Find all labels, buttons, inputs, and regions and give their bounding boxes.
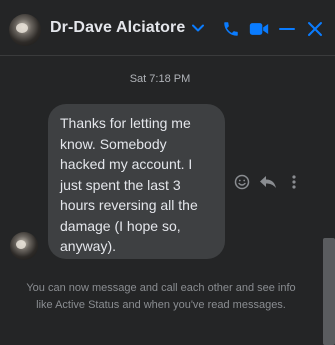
message-actions [232, 172, 304, 192]
avatar-photo [16, 240, 26, 249]
sender-avatar [10, 232, 38, 260]
header-actions [221, 19, 325, 39]
more-options-icon[interactable] [284, 172, 304, 192]
contact-name-button[interactable]: Dr-Dave Alciatore [50, 19, 205, 37]
message-bubble[interactable]: Thanks for letting me know. Somebody hac… [48, 104, 225, 259]
chat-header: Dr-Dave Alciatore [0, 0, 335, 56]
video-camera-icon[interactable] [249, 19, 269, 39]
message-timestamp: Sat 7:18 PM [129, 73, 191, 85]
chevron-down-icon [192, 22, 205, 34]
avatar-photo [16, 23, 28, 33]
phone-icon[interactable] [221, 19, 241, 39]
connection-notice: You can now message and call each other … [26, 282, 296, 311]
minimize-icon[interactable] [277, 19, 297, 39]
scrollbar-thumb[interactable] [323, 238, 335, 345]
contact-name: Dr-Dave Alciatore [50, 19, 186, 36]
emoji-react-icon[interactable] [232, 172, 252, 192]
close-icon[interactable] [305, 19, 325, 39]
reply-icon[interactable] [258, 172, 278, 192]
chat-window: Dr-Dave Alciatore Sat 7:18 PM Thanks for… [0, 0, 335, 345]
contact-avatar[interactable] [9, 14, 41, 46]
